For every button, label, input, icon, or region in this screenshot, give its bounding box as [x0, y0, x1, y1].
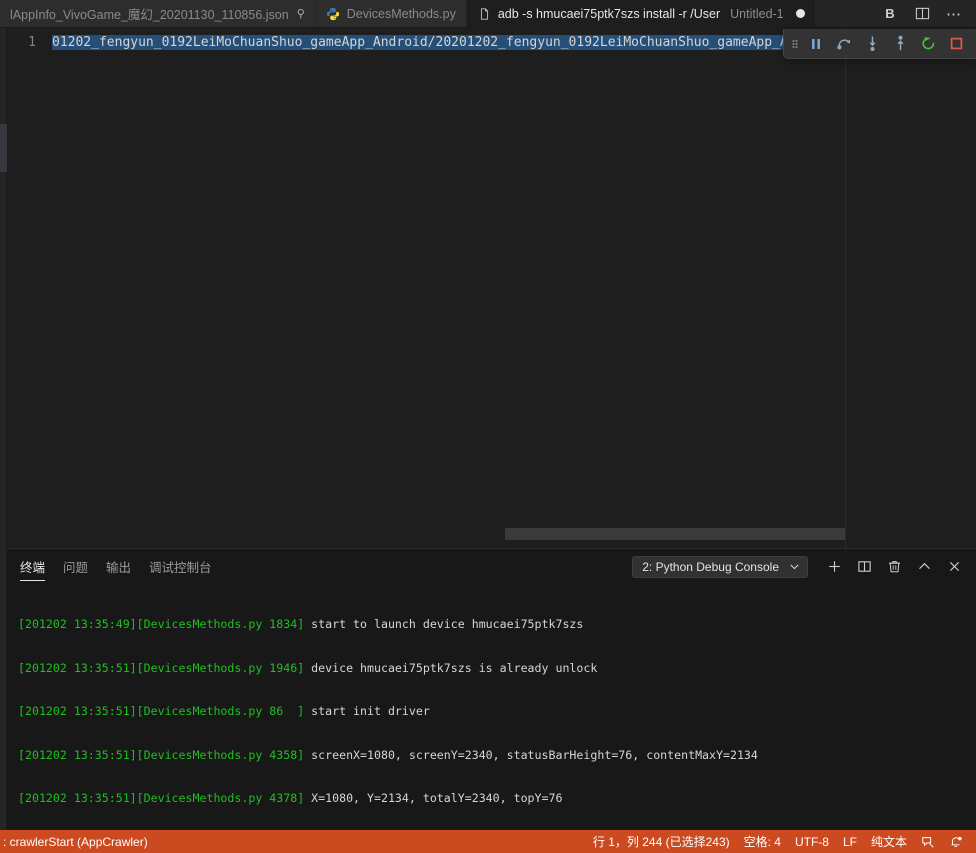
terminal-line: [201202 13:35:49][DevicesMethods.py 1834… — [18, 617, 976, 632]
log-message: X=1080, Y=2134, totalY=2340, topY=76 — [311, 791, 563, 805]
sidebar-sliver[interactable] — [0, 28, 7, 830]
log-message: start to launch device hmucaei75ptk7szs — [311, 617, 584, 631]
tab-json-file[interactable]: lAppInfo_VivoGame_魔幻_20201130_110856.jso… — [0, 0, 316, 27]
panel-tab-terminal[interactable]: 终端 — [20, 549, 46, 584]
debug-toolbar[interactable] — [783, 29, 976, 59]
stop-icon[interactable] — [942, 31, 970, 57]
kill-terminal-icon[interactable] — [880, 553, 908, 581]
step-over-icon[interactable] — [830, 31, 858, 57]
indentation[interactable]: 空格: 4 — [737, 830, 788, 853]
panel-tab-label: 调试控制台 — [149, 561, 212, 575]
split-editor-bold-glyph: B — [885, 6, 895, 21]
panel-header: 终端 问题 输出 调试控制台 2: Python Debug Console — [0, 549, 976, 584]
language-mode-text: 纯文本 — [870, 835, 907, 849]
panel-tab-list: 终端 问题 输出 调试控制台 — [20, 549, 212, 584]
debug-session-label[interactable]: : crawlerStart (AppCrawler) — [0, 830, 155, 853]
terminal-line: [201202 13:35:51][DevicesMethods.py 4378… — [18, 791, 976, 806]
panel-actions: 2: Python Debug Console — [632, 553, 968, 581]
tab-devicesmethods-py[interactable]: DevicesMethods.py — [315, 0, 467, 27]
panel-tab-problems[interactable]: 问题 — [63, 549, 88, 584]
panel-tab-output[interactable]: 输出 — [106, 549, 131, 584]
more-actions-glyph: ⋯ — [946, 5, 962, 23]
sidebar-sliver-marker — [0, 124, 7, 172]
drag-handle-icon[interactable] — [788, 31, 802, 57]
tab-dirty-indicator[interactable] — [795, 9, 805, 18]
terminal-line: [201202 13:35:51][DevicesMethods.py 4358… — [18, 748, 976, 763]
status-bar-right: 行 1，列 244 (已选择243) 空格: 4 UTF-8 LF 纯文本 — [586, 830, 970, 853]
tab-label: lAppInfo_VivoGame_魔幻_20201130_110856.jso… — [10, 8, 289, 22]
plain-file-icon — [477, 6, 492, 21]
split-editor-bold-icon[interactable]: B — [874, 0, 906, 28]
line-number: 1 — [28, 35, 36, 50]
vscode-window: lAppInfo_VivoGame_魔幻_20201130_110856.jso… — [0, 0, 976, 853]
panel-tab-debug-console[interactable]: 调试控制台 — [149, 549, 212, 584]
eol-text: LF — [842, 834, 857, 849]
editor-pane[interactable]: 1 01202_fengyun_0192LeiMoChuanShuo_gameA… — [0, 28, 976, 548]
terminal-selector-dropdown[interactable]: 2: Python Debug Console — [632, 555, 808, 578]
terminal-line: [201202 13:35:51][DevicesMethods.py 86 ]… — [18, 704, 976, 719]
cursor-position[interactable]: 行 1，列 244 (已选择243) — [586, 830, 737, 853]
tab-label: DevicesMethods.py — [346, 6, 456, 21]
split-editor-icon[interactable] — [906, 0, 938, 28]
indentation-text: 空格: 4 — [743, 835, 781, 849]
pin-icon[interactable]: ⚲ — [297, 7, 305, 20]
status-bar-left: : crawlerStart (AppCrawler) — [0, 830, 155, 853]
step-out-icon[interactable] — [886, 31, 914, 57]
pause-icon[interactable] — [802, 31, 830, 57]
close-panel-icon[interactable] — [940, 553, 968, 581]
status-bar: : crawlerStart (AppCrawler) 行 1，列 244 (已… — [0, 830, 976, 853]
feedback-icon[interactable] — [914, 830, 942, 853]
tab-label: adb -s hmucaei75ptk7szs install -r /User — [497, 6, 721, 21]
chevron-down-icon — [789, 561, 800, 572]
log-prefix: [201202 13:35:51][DevicesMethods.py 86 ] — [18, 704, 312, 718]
tab-untitled-adb-command[interactable]: adb -s hmucaei75ptk7szs install -r /User… — [466, 0, 816, 27]
terminal-output[interactable]: [201202 13:35:49][DevicesMethods.py 1834… — [0, 584, 976, 830]
panel-tab-label: 输出 — [106, 561, 132, 575]
restart-icon[interactable] — [914, 31, 942, 57]
editor-minimap-region[interactable] — [846, 28, 976, 548]
notifications-bell-icon[interactable] — [942, 830, 970, 853]
bottom-panel: 终端 问题 输出 调试控制台 2: Python Debug Console [… — [0, 548, 976, 830]
maximize-panel-icon[interactable] — [910, 553, 938, 581]
log-prefix: [201202 13:35:51][DevicesMethods.py 4378… — [18, 791, 312, 805]
editor-tab-bar: lAppInfo_VivoGame_魔幻_20201130_110856.jso… — [0, 0, 976, 28]
split-terminal-icon[interactable] — [850, 553, 878, 581]
log-message: screenX=1080, screenY=2340, statusBarHei… — [311, 747, 758, 762]
log-prefix: [201202 13:35:51][DevicesMethods.py 1946… — [18, 660, 312, 675]
cursor-position-text: 行 1，列 244 (已选择243) — [592, 835, 730, 849]
python-file-icon — [326, 6, 341, 21]
log-prefix: [201202 13:35:49][DevicesMethods.py 1834… — [18, 617, 312, 631]
log-prefix: [201202 13:35:51][DevicesMethods.py 4358… — [18, 747, 312, 762]
tab-preview-label: Untitled-1 — [730, 6, 784, 21]
terminal-line: [201202 13:35:51][DevicesMethods.py 1946… — [18, 661, 976, 676]
encoding[interactable]: UTF-8 — [788, 830, 836, 853]
step-into-icon[interactable] — [858, 31, 886, 57]
panel-tab-label: 终端 — [20, 561, 46, 575]
editor-horizontal-scrollbar[interactable] — [505, 528, 845, 540]
log-message: start init driver — [311, 704, 430, 718]
log-message: device hmucaei75ptk7szs is already unloc… — [311, 660, 598, 675]
editor-actions: B ⋯ — [874, 0, 976, 27]
encoding-text: UTF-8 — [794, 834, 829, 849]
more-actions-icon[interactable]: ⋯ — [938, 0, 970, 28]
eol[interactable]: LF — [836, 830, 864, 853]
language-mode[interactable]: 纯文本 — [864, 830, 914, 853]
new-terminal-icon[interactable] — [820, 553, 848, 581]
panel-tab-label: 问题 — [63, 561, 89, 575]
debug-session-text: : crawlerStart (AppCrawler) — [3, 834, 148, 849]
editor-selected-text: 01202_fengyun_0192LeiMoChuanShuo_gameApp… — [52, 35, 812, 50]
terminal-selector-value: 2: Python Debug Console — [642, 559, 779, 574]
